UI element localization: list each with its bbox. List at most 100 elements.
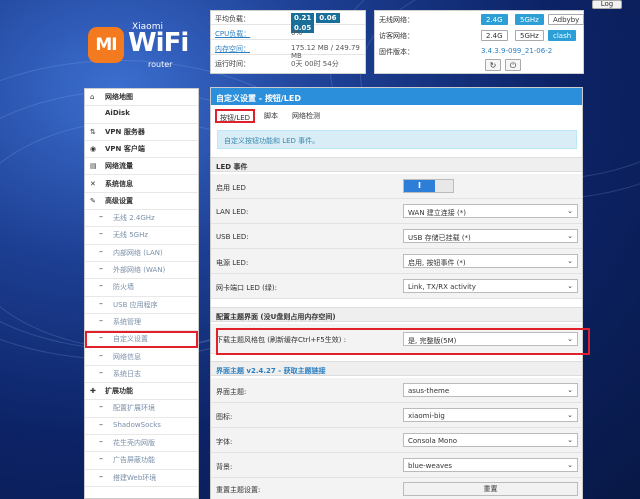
- wireless-ssid-tag[interactable]: Adbyby: [548, 14, 585, 25]
- sidebar-item-0[interactable]: ⌂ 网络地图: [85, 89, 198, 107]
- reset-theme-row: 重置主题设置: 重置: [211, 478, 582, 499]
- sidebar-item-8[interactable]: – 无线 5GHz: [85, 227, 198, 245]
- theme-row-0: 界面主题: asus-theme ⌄: [211, 378, 582, 403]
- sidebar-item-1[interactable]: AiDisk: [85, 106, 198, 124]
- theme-select-1[interactable]: xiaomi-big ⌄: [403, 408, 578, 422]
- sidebar-item-6[interactable]: ✎ 高级设置: [85, 193, 198, 211]
- sidebar-item-3[interactable]: ◉ VPN 客户端: [85, 141, 198, 159]
- ui-theme-section-header[interactable]: 界面主题 v2.4.27 - 获取主题链接: [211, 361, 582, 376]
- network-status-panel: 无线网络： 2.4G 5GHz Adbyby 访客网络： 2.4G 5GHz c…: [374, 10, 585, 74]
- toggle-on-area: I: [404, 180, 435, 192]
- dash-icon: –: [99, 315, 103, 325]
- tab-scripts[interactable]: 脚本: [261, 109, 281, 123]
- sidebar-item-13[interactable]: – 系统管理: [85, 314, 198, 332]
- guest-label: 访客网络：: [379, 32, 414, 40]
- firmware-label: 固件版本：: [379, 48, 414, 56]
- guest-5g-tag[interactable]: 5GHz: [515, 30, 544, 41]
- sidebar-item-label: 无线 2.4GHz: [113, 214, 155, 223]
- sidebar-item-label: 外部网络 (WAN): [113, 266, 166, 274]
- theme-select-value: Consola Mono: [408, 437, 458, 445]
- dash-icon: –: [99, 437, 103, 446]
- sidebar-item-22[interactable]: – 搭建Web环境: [85, 470, 198, 487]
- theme-select-3[interactable]: blue-weaves ⌄: [403, 458, 578, 472]
- memory-label[interactable]: 内存空间：: [215, 44, 250, 54]
- led-section-header: LED 事件: [211, 157, 582, 172]
- sidebar-item-5[interactable]: ✕ 系统信息: [85, 176, 198, 193]
- theme-select-0[interactable]: asus-theme ⌄: [403, 383, 578, 397]
- refresh-icon[interactable]: ↻: [485, 59, 501, 71]
- led-row-label: 启用 LED: [216, 184, 246, 192]
- sidebar-item-label: 花生壳内网版: [113, 439, 155, 447]
- sidebar-item-label: 网络地图: [105, 93, 133, 101]
- led-row-1: LAN LED: WAN 建立连接 (*) ⌄: [211, 199, 582, 224]
- sidebar-item-18[interactable]: – 配置扩展环境: [85, 400, 198, 418]
- wireless-24g-tag[interactable]: 2.4G: [481, 14, 508, 25]
- sidebar-item-label: 扩展功能: [105, 387, 133, 396]
- sidebar-item-label: 网络流量: [105, 162, 133, 171]
- sidebar-item-10[interactable]: – 外部网络 (WAN): [85, 262, 198, 280]
- guest-24g-tag[interactable]: 2.4G: [481, 30, 508, 41]
- sidebar-item-15[interactable]: – 网络信息: [85, 349, 198, 366]
- sidebar-item-label: 系统日志: [113, 369, 141, 378]
- sidebar-item-14[interactable]: – 自定义设置: [85, 331, 198, 349]
- theme-select-value: asus-theme: [408, 387, 450, 395]
- cpu-value: 0%: [291, 29, 303, 37]
- led-select-4[interactable]: Link, TX/RX activity ⌄: [403, 279, 578, 293]
- sidebar-item-label: VPN 客户端: [105, 144, 145, 153]
- dash-icon: –: [99, 246, 103, 256]
- logo-router-text: router: [148, 60, 173, 69]
- tab-network-check[interactable]: 网络检测: [289, 109, 323, 123]
- led-enable-toggle[interactable]: I: [403, 179, 454, 193]
- sidebar-item-20[interactable]: – 花生壳内网版: [85, 435, 198, 453]
- home-icon: ⌂: [90, 93, 95, 101]
- theme-row-label: 背景:: [216, 463, 233, 471]
- sidebar-item-11[interactable]: – 防火墙: [85, 279, 198, 297]
- sidebar-item-16[interactable]: – 系统日志: [85, 366, 198, 384]
- led-select-2[interactable]: USB 存储已挂载 (*) ⌄: [403, 229, 578, 243]
- power-icon[interactable]: ⏻: [505, 59, 521, 71]
- wireless-5g-tag[interactable]: 5GHz: [515, 14, 544, 25]
- dash-icon: –: [99, 264, 103, 273]
- vpn-server-icon: ⇅: [90, 127, 96, 136]
- sidebar-item-21[interactable]: – 广告屏蔽功能: [85, 452, 198, 470]
- chevron-down-icon: ⌄: [567, 436, 573, 444]
- sidebar-item-9[interactable]: – 内部网络 (LAN): [85, 245, 198, 262]
- sidebar-item-4[interactable]: ▤ 网络流量: [85, 158, 198, 176]
- logout-button[interactable]: Log: [592, 0, 622, 9]
- chevron-down-icon: ⌄: [567, 257, 573, 265]
- sidebar-item-19[interactable]: – ShadowSocks: [85, 418, 198, 435]
- led-select-3[interactable]: 启用, 按钮事件 (*) ⌄: [403, 254, 578, 268]
- table-icon: ▤: [90, 162, 97, 171]
- cpu-label[interactable]: CPU负载：: [215, 29, 250, 39]
- dash-icon: –: [99, 454, 103, 464]
- theme-row-3: 背景: blue-weaves ⌄: [211, 453, 582, 478]
- sidebar-item-label: 配置扩展环境: [113, 404, 155, 413]
- uptime-label: 运行时间：: [215, 60, 250, 68]
- firmware-version[interactable]: 3.4.3.9-099_21-06-2: [481, 47, 552, 55]
- guest-clash-tag[interactable]: clash: [548, 30, 577, 41]
- page-title: 自定义设置 - 按钮/LED: [211, 88, 582, 105]
- tab-buttons-led[interactable]: 按钮/LED: [215, 109, 256, 123]
- sidebar-item-7[interactable]: – 无线 2.4GHz: [85, 210, 198, 228]
- theme-select-2[interactable]: Consola Mono ⌄: [403, 433, 578, 447]
- dash-icon: –: [99, 367, 103, 377]
- sidebar-item-2[interactable]: ⇅ VPN 服务器: [85, 124, 198, 141]
- led-row-label: USB LED:: [216, 233, 249, 241]
- wrench-icon: ✎: [90, 196, 96, 205]
- load-1min: 0.21: [291, 13, 315, 23]
- sidebar-item-17[interactable]: ✚ 扩展功能: [85, 383, 198, 401]
- sidebar-item-label: 系统管理: [113, 317, 141, 326]
- sidebar-item-label: 高级设置: [105, 196, 133, 205]
- led-row-label: 网卡端口 LED (绿):: [216, 284, 277, 292]
- sidebar-item-label: 广告屏蔽功能: [113, 456, 155, 465]
- theme-row-label: 图标:: [216, 413, 233, 421]
- led-select-1[interactable]: WAN 建立连接 (*) ⌄: [403, 204, 578, 218]
- led-row-0: 启用 LED I: [211, 174, 582, 199]
- dash-icon: –: [99, 212, 103, 222]
- sidebar-item-12[interactable]: – USB 应用程序: [85, 297, 198, 314]
- reset-theme-button[interactable]: 重置: [403, 482, 578, 496]
- led-select-value: 启用, 按钮事件 (*): [408, 259, 466, 267]
- theme-row-label: 界面主题:: [216, 388, 247, 396]
- theme-select-value: blue-weaves: [408, 462, 453, 470]
- chevron-down-icon: ⌄: [567, 232, 573, 240]
